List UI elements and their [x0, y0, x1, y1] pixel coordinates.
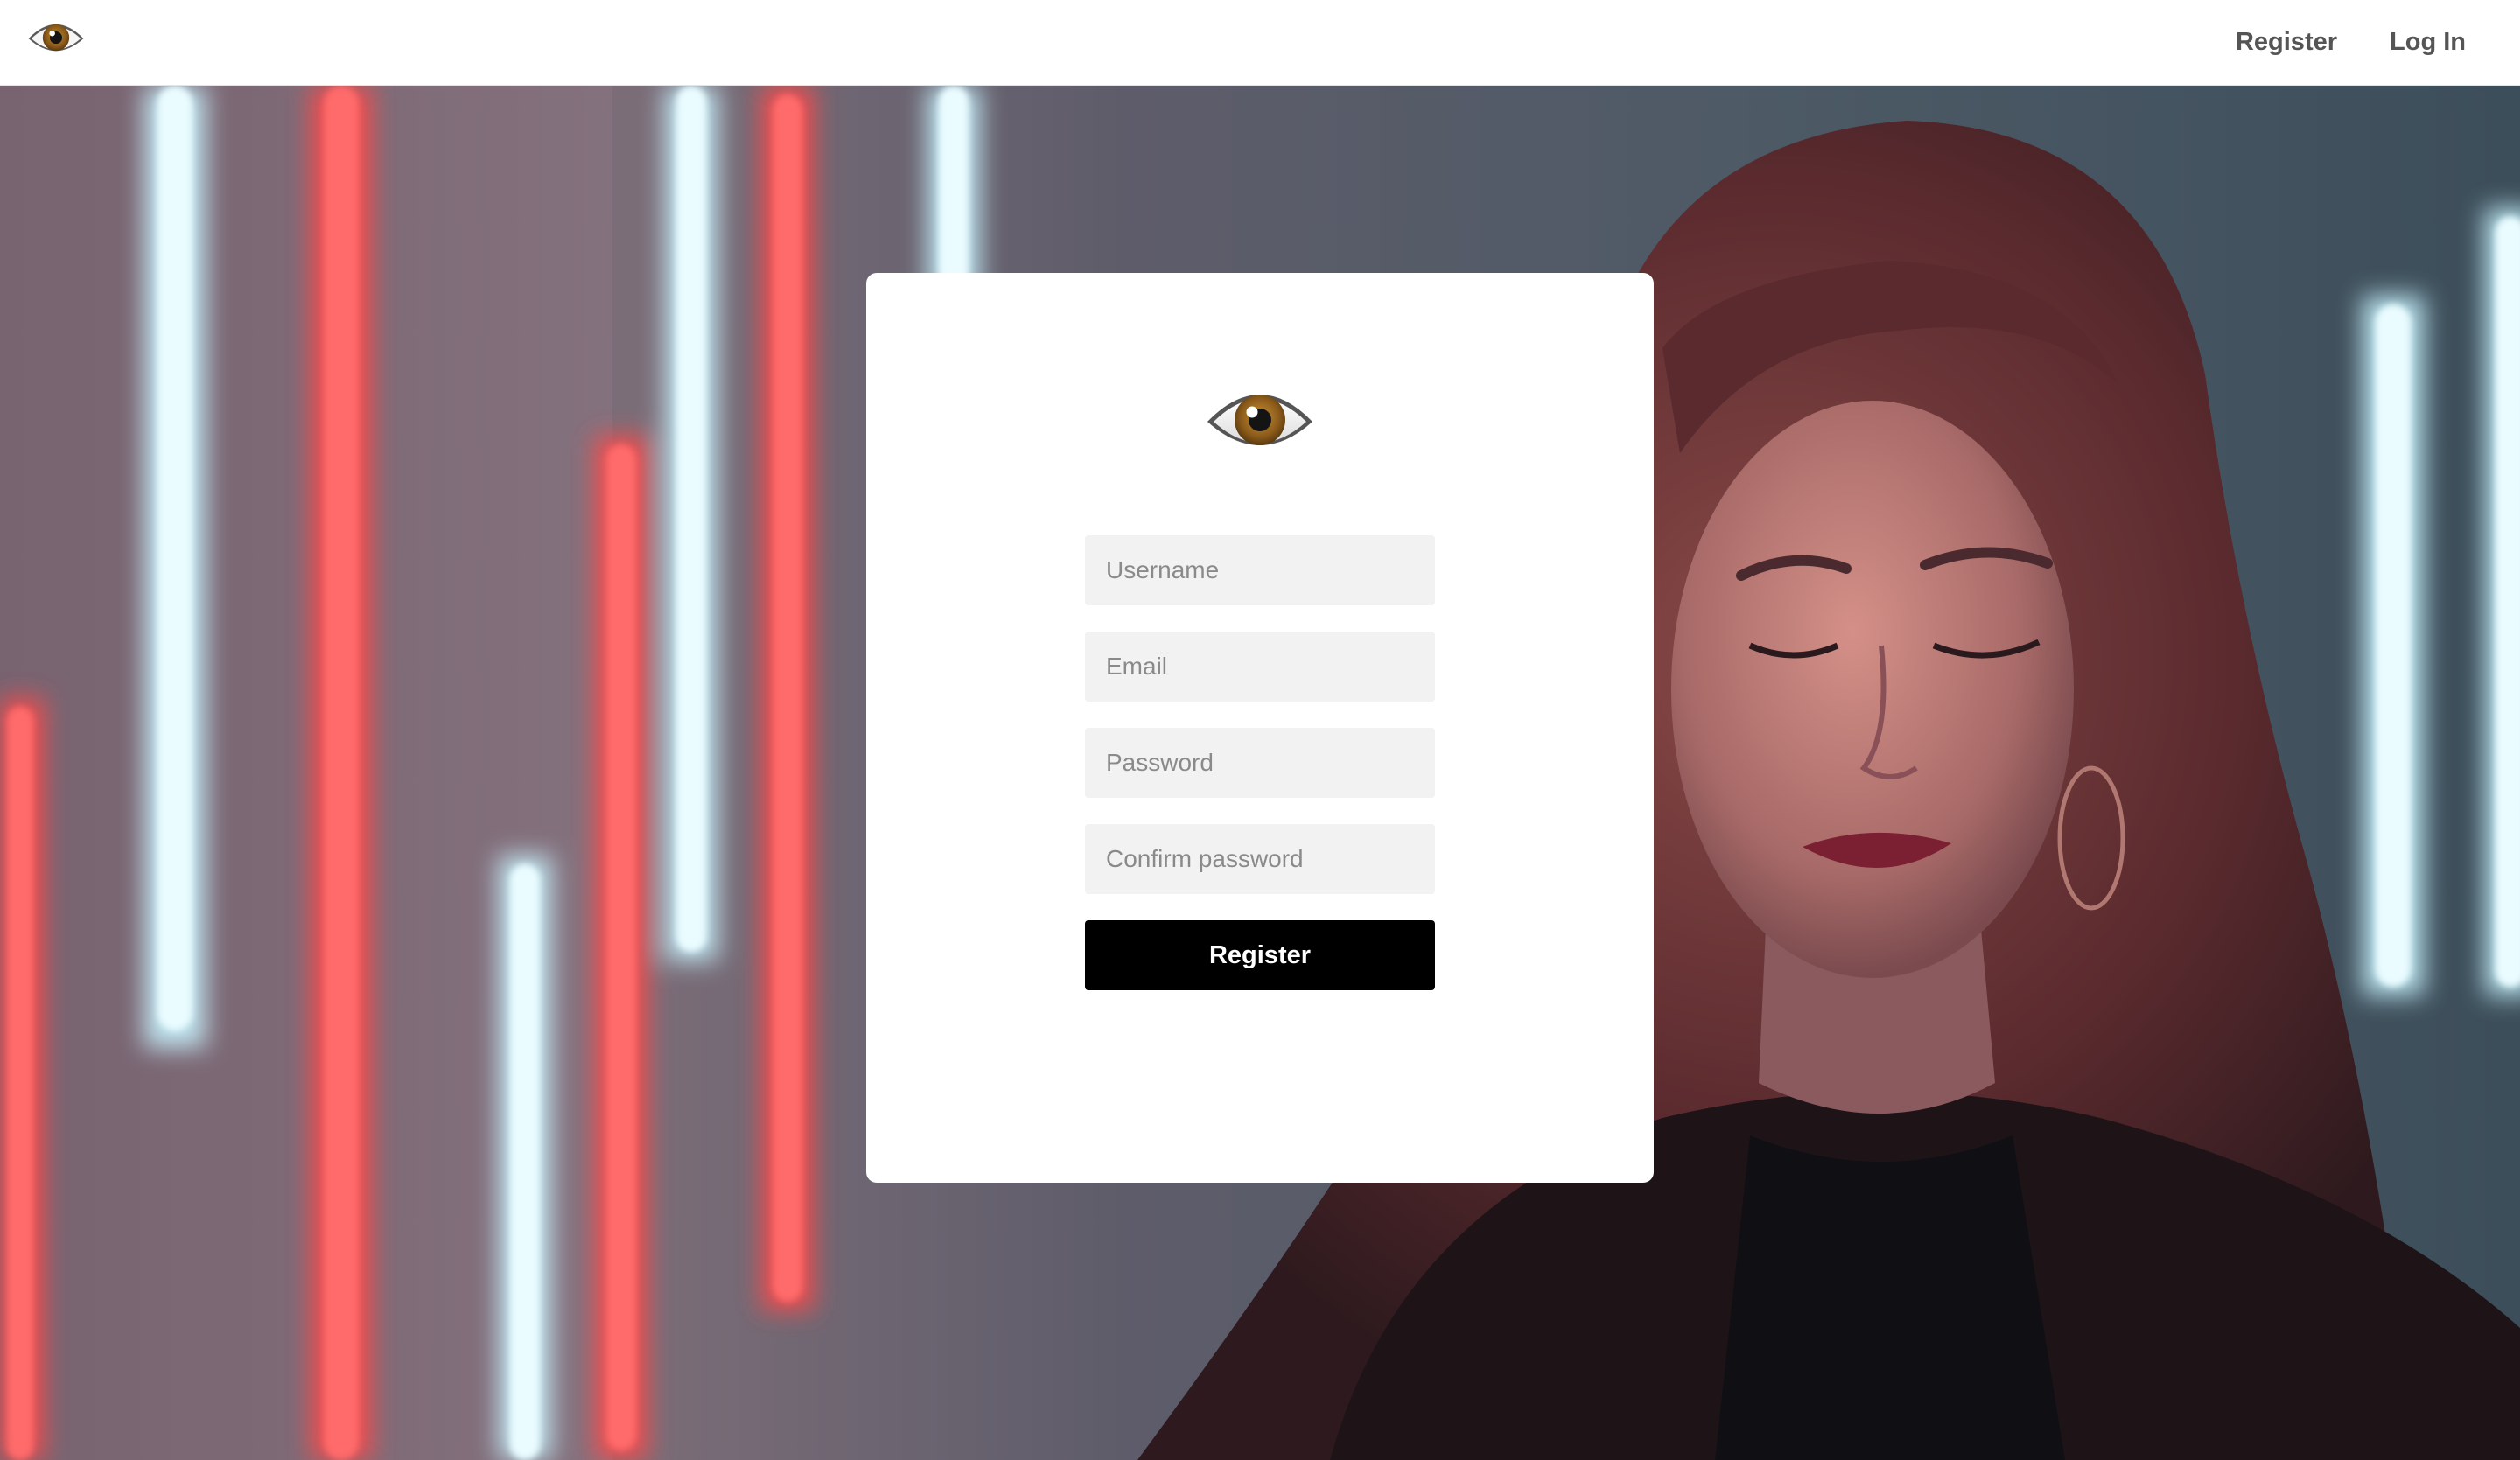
register-form: Register [1085, 535, 1435, 990]
email-input[interactable] [1085, 632, 1435, 702]
nav-register-link[interactable]: Register [2236, 28, 2337, 57]
register-submit-button[interactable]: Register [1085, 920, 1435, 990]
username-input[interactable] [1085, 535, 1435, 605]
nav-links: Register Log In [2183, 0, 2466, 84]
top-navbar: Register Log In [0, 0, 2520, 86]
eye-icon [1206, 376, 1314, 460]
confirm-password-input[interactable] [1085, 824, 1435, 894]
password-input[interactable] [1085, 728, 1435, 798]
register-card: Register [866, 273, 1654, 1183]
nav-login-link[interactable]: Log In [2390, 28, 2466, 57]
eye-icon[interactable] [26, 14, 86, 59]
